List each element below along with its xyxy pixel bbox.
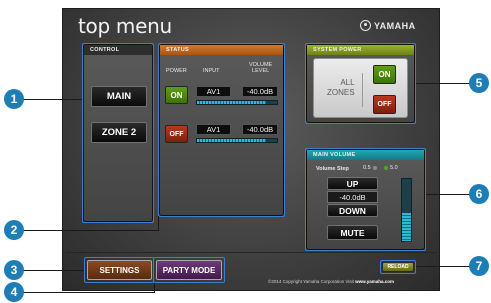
leader-2-vertical xyxy=(158,216,159,231)
brand-logo: YAMAHA xyxy=(360,20,416,31)
callout-1: 1 xyxy=(4,89,24,109)
callout-6: 6 xyxy=(469,184,489,204)
footer-divider xyxy=(66,252,436,253)
zones-bracket xyxy=(362,73,363,107)
leader-1 xyxy=(21,99,82,100)
reload-selection-box xyxy=(380,260,416,274)
leader-4-vertical xyxy=(154,283,155,293)
callout-7: 7 xyxy=(469,256,489,276)
status-selection-box xyxy=(158,43,285,217)
page-title: top menu xyxy=(78,14,172,38)
leader-2 xyxy=(21,230,158,231)
brand-name: YAMAHA xyxy=(374,20,416,31)
main-volume-selection-box xyxy=(305,148,426,251)
copyright-text: ©2014 Copyright Yamaha Corporation Visit xyxy=(268,279,354,284)
footer-copyright: ©2014 Copyright Yamaha Corporation Visit… xyxy=(268,279,394,284)
system-power-selection-box xyxy=(305,43,416,124)
control-selection-box xyxy=(82,43,154,223)
yamaha-logo-icon xyxy=(360,20,371,31)
party-selection-box xyxy=(153,257,225,283)
settings-selection-box xyxy=(84,257,154,283)
leader-7 xyxy=(416,266,470,267)
leader-5 xyxy=(416,83,470,84)
yamaha-link[interactable]: www.yamaha.com xyxy=(355,279,394,284)
leader-6 xyxy=(426,194,470,195)
callout-3: 3 xyxy=(4,260,24,280)
callout-5: 5 xyxy=(469,73,489,93)
leader-3 xyxy=(21,270,84,271)
callout-4: 4 xyxy=(4,282,24,302)
leader-4 xyxy=(21,292,155,293)
callout-2: 2 xyxy=(4,220,24,240)
